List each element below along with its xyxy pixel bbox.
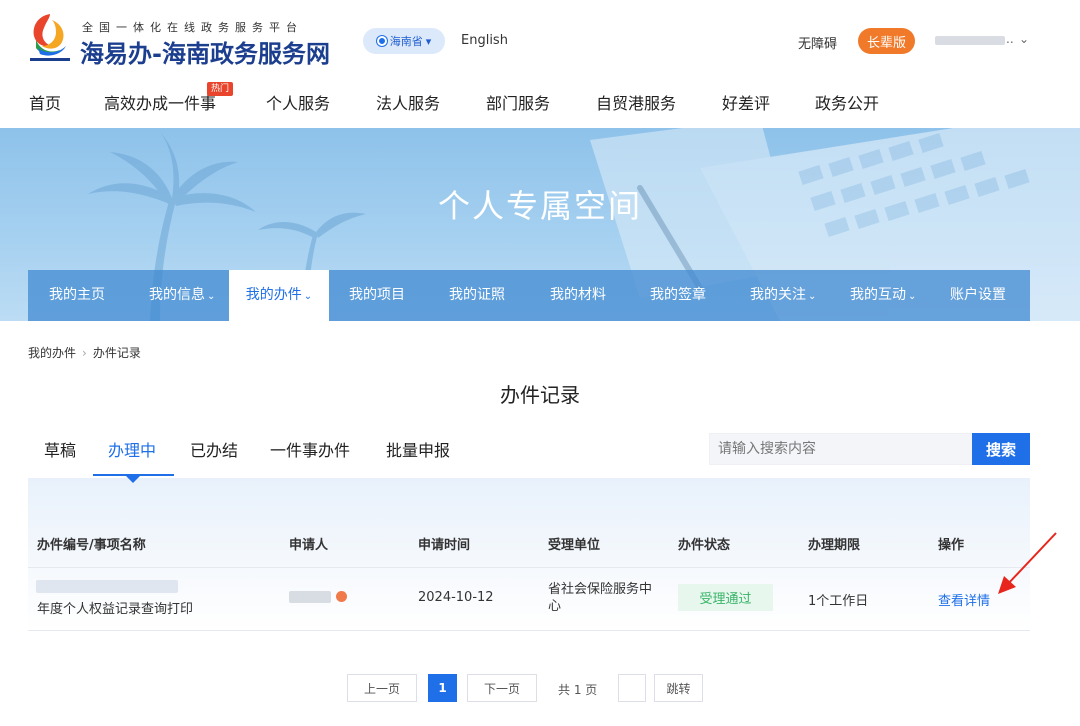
table-row-divider [28,630,1030,631]
case-deadline: 1个工作日 [808,594,869,609]
nav-free-trade-port-service[interactable]: 自贸港服务 [596,90,676,114]
status-badge: 受理通过 [678,584,773,611]
case-id-redacted [36,580,178,593]
pagination-jump-input[interactable] [618,674,646,702]
region-label: 海南省 [389,35,423,48]
applicant-status-dot-icon [336,591,347,602]
pagination-prev-button[interactable]: 上一页 [347,674,417,702]
breadcrumb-separator-icon: › [82,346,87,360]
pagination-total: 共 1 页 [558,683,598,697]
breadcrumb: 我的办件 › 办件记录 [28,344,141,361]
case-accepting-unit-line2: 心 [548,599,562,614]
nav-evaluation[interactable]: 好差评 [722,90,770,114]
chevron-down-icon: ▾ [425,34,432,48]
nav-personal-service[interactable]: 个人服务 [266,90,330,114]
pagination-jump-button[interactable]: 跳转 [654,674,703,702]
subnav-my-cases-label: 我的办件 [245,287,302,303]
subnav-my-certificates-label: 我的证照 [449,287,505,303]
case-item-name: 年度个人权益记录查询打印 [37,602,194,617]
subnav-my-projects-label: 我的项目 [349,287,405,303]
subnav-my-materials-label: 我的材料 [550,287,606,303]
subnav-my-certificates[interactable]: 我的证照 [449,270,505,321]
column-header-deadline: 办理期限 [808,538,861,553]
subnav-my-home[interactable]: 我的主页 [49,270,105,321]
search-button[interactable]: 搜索 [972,433,1030,465]
subnav-my-projects[interactable]: 我的项目 [349,270,405,321]
annotation-arrow-icon [998,532,1057,594]
column-header-apply-time: 申请时间 [418,538,471,553]
language-switch-link[interactable]: English [461,33,508,48]
view-details-link[interactable]: 查看详情 [938,590,990,609]
column-header-case-id: 办件编号/事项名称 [37,538,146,553]
personal-space-nav: 我的主页 我的信息 ⌄ 我的办件 ⌄ 我的项目 我的证照 我的材料 我的签章 我的关… [28,270,1030,321]
pagination-current-page[interactable]: 1 [428,674,457,702]
breadcrumb-current: 办件记录 [92,346,141,360]
elder-mode-button[interactable]: 长辈版 [858,28,915,54]
subnav-my-signatures-label: 我的签章 [650,287,706,303]
hot-badge: 热门 [207,82,233,96]
tab-batch-declaration[interactable]: 批量申报 [386,437,450,461]
nav-gov-affairs[interactable]: 政务公开 [815,90,879,114]
pagination-next-button[interactable]: 下一页 [467,674,537,702]
nav-department-service[interactable]: 部门服务 [486,90,550,114]
case-accepting-unit-line1: 省社会保险服务中 [548,582,653,597]
applicant-name-redacted [289,591,331,603]
breadcrumb-root[interactable]: 我的办件 [28,346,76,360]
case-accepting-unit: 省社会保险服务中 心 [548,581,652,615]
subnav-account-settings-label: 账户设置 [950,287,1006,303]
nav-corporate-service[interactable]: 法人服务 [376,90,440,114]
subnav-my-cases[interactable]: 我的办件 ⌄ [229,270,329,321]
user-name-redacted[interactable] [935,36,1005,45]
table-header-divider [28,567,1030,568]
column-header-status: 办件状态 [678,538,731,553]
subnav-my-interactions-label: 我的互动 [850,287,906,303]
tab-one-thing-cases[interactable]: 一件事办件 [270,437,350,461]
site-tagline: 全国一体化在线政务服务平台 [82,21,303,34]
page-title: 办件记录 [500,383,580,407]
subnav-my-materials[interactable]: 我的材料 [550,270,606,321]
subnav-my-info[interactable]: 我的信息 ⌄ [149,270,215,321]
tab-completed[interactable]: 已办结 [190,437,238,461]
column-header-action: 操作 [938,538,965,553]
case-apply-date: 2024-10-12 [418,590,494,605]
chevron-down-icon: ⌄ [207,291,216,302]
site-header: 全国一体化在线政务服务平台 海易办-海南政务服务网 海南省 ▾ English … [0,0,1080,82]
site-title[interactable]: 海易办-海南政务服务网 [80,34,330,69]
site-logo-icon[interactable] [28,10,72,66]
subnav-my-info-label: 我的信息 [149,287,205,303]
accessibility-link[interactable]: 无障碍 [798,33,837,52]
nav-one-thing[interactable]: 高效办成一件事 [104,90,216,114]
main-nav: 首页 高效办成一件事 个人服务 法人服务 部门服务 自贸港服务 好差评 政务公开 [0,82,1080,122]
subnav-my-follows[interactable]: 我的关注 ⌄ [750,270,816,321]
subnav-my-home-label: 我的主页 [49,287,105,303]
banner-title: 个人专属空间 [437,187,642,225]
column-header-accepting-unit: 受理单位 [548,538,601,553]
chevron-down-icon: ⌄ [303,291,313,302]
tab-in-progress[interactable]: 办理中 [108,437,156,461]
subnav-my-follows-label: 我的关注 [750,287,806,303]
chevron-down-icon: ⌄ [908,291,917,302]
user-name-ellipsis: .. [1006,32,1014,46]
chevron-down-icon: ⌄ [808,291,817,302]
user-menu-chevron-icon[interactable]: ⌄ [1019,32,1029,46]
tab-draft[interactable]: 草稿 [44,437,76,461]
location-icon [376,36,387,46]
subnav-account-settings[interactable]: 账户设置 [950,270,1006,321]
active-tab-caret-icon [126,476,140,483]
subnav-my-signatures[interactable]: 我的签章 [650,270,706,321]
nav-home[interactable]: 首页 [29,90,61,114]
region-selector[interactable]: 海南省 ▾ [363,28,445,54]
search-input[interactable] [709,433,973,465]
subnav-my-interactions[interactable]: 我的互动 ⌄ [850,270,916,321]
column-header-applicant: 申请人 [289,538,329,553]
